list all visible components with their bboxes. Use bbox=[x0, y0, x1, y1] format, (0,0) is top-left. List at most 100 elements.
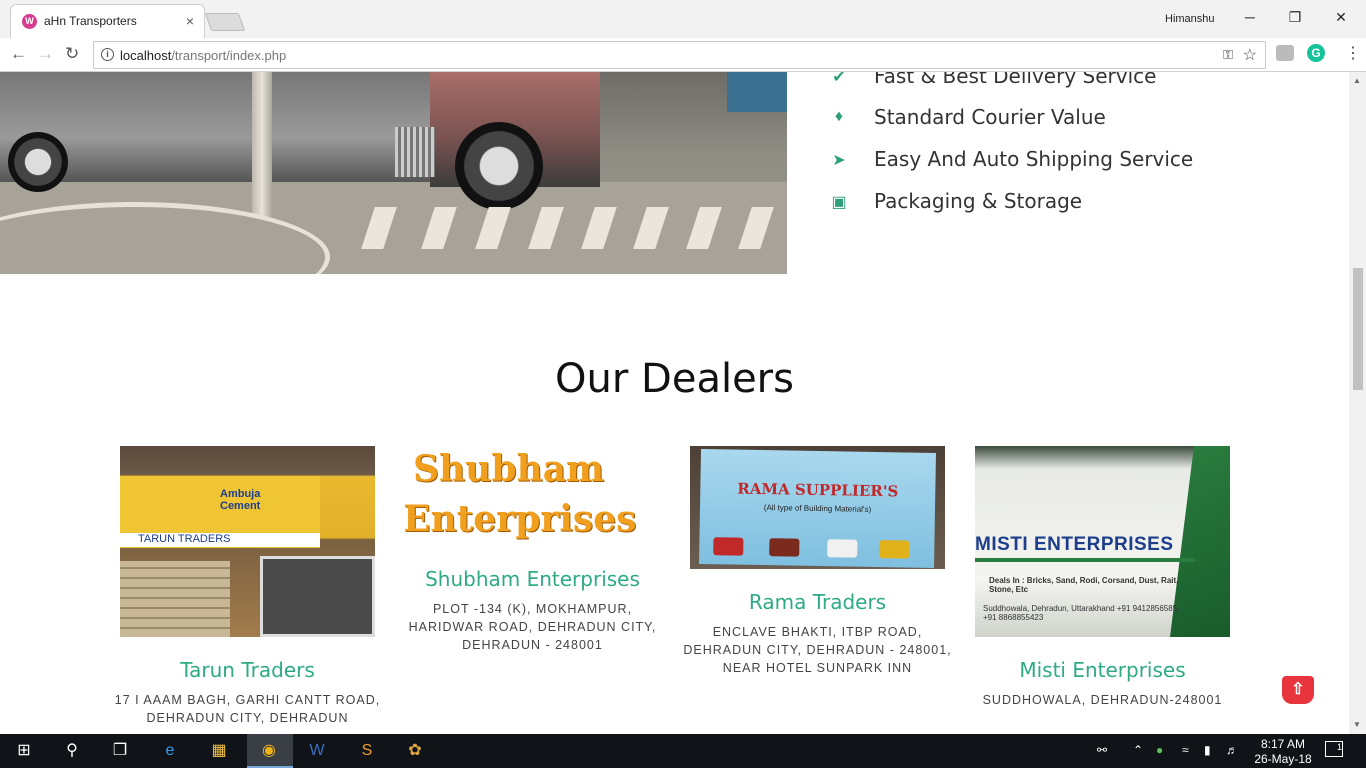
business-card: RAMA SUPPLIER'S (All type of Building Ma… bbox=[699, 448, 936, 569]
tab-close-icon[interactable]: × bbox=[186, 13, 194, 29]
shop-door bbox=[260, 556, 375, 637]
bookmark-star-icon[interactable]: ☆ bbox=[1243, 45, 1257, 65]
vehicle-graphic bbox=[879, 540, 910, 559]
profile-name[interactable]: Himanshu bbox=[1165, 13, 1215, 25]
dealer-card: Ambuja Cement TARUN TRADERS Tarun Trader… bbox=[105, 446, 390, 727]
site-info-icon[interactable]: i bbox=[101, 48, 114, 61]
background-truck bbox=[727, 72, 787, 112]
logo-line2: Enterprises bbox=[405, 498, 637, 540]
restore-button[interactable]: ❐ bbox=[1272, 9, 1318, 26]
dealer-name[interactable]: Misti Enterprises bbox=[960, 658, 1245, 682]
taskbar-clock[interactable]: 8:17 AM 26-May-18 bbox=[1248, 737, 1318, 767]
wifi-icon[interactable]: ≈ bbox=[1182, 743, 1189, 757]
dealer-card: MISTI ENTERPRISES Deals In : Bricks, San… bbox=[960, 446, 1245, 709]
url-text[interactable]: localhost/transport/index.php bbox=[120, 48, 286, 63]
dealer-name[interactable]: Rama Traders bbox=[675, 590, 960, 614]
address-bar[interactable]: i localhost/transport/index.php ⚿ ☆ bbox=[93, 41, 1266, 69]
truck-photo bbox=[0, 72, 787, 274]
site-favicon-icon: W bbox=[22, 14, 37, 29]
service-item: ♦ Standard Courier Value bbox=[826, 101, 1246, 133]
service-label: Packaging & Storage bbox=[874, 189, 1083, 213]
dealer-photo: Shubham Enterprises bbox=[405, 446, 660, 546]
paint-icon[interactable]: ✿ bbox=[403, 740, 427, 762]
page-scrollbar[interactable]: ▲ ▼ bbox=[1349, 72, 1366, 734]
word-icon[interactable]: W bbox=[305, 740, 329, 762]
browser-tab[interactable]: W aHn Transporters × bbox=[10, 4, 205, 38]
cement-bags bbox=[120, 561, 230, 637]
browser-toolbar: ← → ↻ i localhost/transport/index.php ⚿ … bbox=[0, 38, 1366, 72]
key-icon[interactable]: ⚿ bbox=[1223, 47, 1233, 63]
vehicle-graphic bbox=[713, 537, 744, 556]
dealer-card: RAMA SUPPLIER'S (All type of Building Ma… bbox=[675, 446, 960, 677]
close-window-button[interactable]: ✕ bbox=[1318, 9, 1364, 26]
chrome-icon[interactable]: ◉ bbox=[257, 740, 281, 762]
clock-time: 8:17 AM bbox=[1260, 737, 1306, 751]
minimize-button[interactable]: ─ bbox=[1227, 9, 1273, 25]
card-location: Suddhowala, Dehradun, Uttarakhand +91 94… bbox=[983, 604, 1180, 622]
card-subtitle: (All type of Building Material's) bbox=[763, 503, 872, 514]
browser-tab-bar: W aHn Transporters × Himanshu ─ ❐ ✕ bbox=[0, 0, 1366, 38]
pole bbox=[252, 72, 272, 217]
vehicle-graphic bbox=[769, 538, 800, 557]
sign-brand-text: Ambuja bbox=[220, 488, 261, 500]
dealer-address: PLOT -134 (K), MOKHAMPUR, HARIDWAR ROAD,… bbox=[408, 602, 657, 652]
menu-dots-icon[interactable]: ⋮ bbox=[1345, 43, 1361, 63]
truck-wheel bbox=[8, 132, 68, 192]
network-tray-icon[interactable]: ● bbox=[1156, 743, 1163, 757]
dealer-address: ENCLAVE BHAKTI, ITBP ROAD, DEHRADUN CITY… bbox=[683, 625, 952, 675]
dealer-card: Shubham Enterprises Shubham Enterprises … bbox=[390, 446, 675, 654]
scroll-up-arrow-icon[interactable]: ▲ bbox=[1353, 76, 1361, 85]
service-item: ✔ Fast & Best Delivery Service bbox=[826, 72, 1246, 92]
service-label: Fast & Best Delivery Service bbox=[874, 72, 1157, 88]
service-item: ➤ Easy And Auto Shipping Service bbox=[826, 143, 1246, 175]
vehicle-graphic bbox=[827, 539, 858, 558]
battery-icon[interactable]: ▮ bbox=[1204, 743, 1211, 757]
people-icon[interactable]: ⚯ bbox=[1097, 743, 1107, 757]
notifications-icon[interactable]: 1 bbox=[1325, 741, 1343, 757]
reload-icon[interactable]: ↻ bbox=[65, 44, 79, 64]
truck-grill bbox=[395, 127, 435, 177]
card-deals: Deals In : Bricks, Sand, Rodi, Corsand, … bbox=[989, 576, 1179, 594]
back-to-top-button[interactable]: ⇧ bbox=[1282, 676, 1314, 704]
logo-line1: Shubham bbox=[413, 448, 605, 490]
sublime-icon[interactable]: S bbox=[355, 740, 379, 762]
dealer-address: SUDDHOWALA, DEHRADUN-248001 bbox=[982, 693, 1223, 707]
dealer-name[interactable]: Tarun Traders bbox=[105, 658, 390, 682]
service-label: Easy And Auto Shipping Service bbox=[874, 147, 1194, 171]
scroll-down-arrow-icon[interactable]: ▼ bbox=[1353, 720, 1361, 729]
file-explorer-icon[interactable]: ▦ bbox=[207, 740, 231, 762]
card-stripe bbox=[975, 558, 1195, 562]
dealer-photo: RAMA SUPPLIER'S (All type of Building Ma… bbox=[690, 446, 945, 569]
extension-icon[interactable] bbox=[1276, 45, 1294, 61]
windows-taskbar: ⊞ ⚲ ❐ e ▦ ◉ W S ✿ ⚯ ⌃ ● ≈ ▮ ♬ 8:17 AM 26… bbox=[0, 734, 1366, 768]
forward-arrow-icon[interactable]: → bbox=[37, 44, 54, 64]
plane-icon: ➤ bbox=[832, 152, 846, 169]
page-content: ✔ Fast & Best Delivery Service ♦ Standar… bbox=[0, 72, 1349, 734]
dealers-heading: Our Dealers bbox=[555, 356, 794, 402]
tab-title: aHn Transporters bbox=[44, 14, 137, 28]
card-title: MISTI ENTERPRISES bbox=[975, 534, 1174, 555]
clock-date: 26-May-18 bbox=[1254, 752, 1312, 766]
dealer-photo: Ambuja Cement TARUN TRADERS bbox=[120, 446, 375, 637]
service-item: ▣ Packaging & Storage bbox=[826, 185, 1246, 217]
dealer-photo: MISTI ENTERPRISES Deals In : Bricks, San… bbox=[975, 446, 1230, 637]
volume-icon[interactable]: ♬ bbox=[1226, 743, 1238, 757]
sign-sub-text: Cement bbox=[220, 500, 261, 512]
chevron-up-icon[interactable]: ⌃ bbox=[1133, 743, 1143, 757]
grammarly-icon[interactable]: G bbox=[1307, 44, 1325, 62]
edge-browser-icon[interactable]: e bbox=[158, 740, 182, 762]
dealer-address: 17 I AAAM BAGH, GARHI CANTT ROAD, DEHRAD… bbox=[114, 693, 381, 725]
shop-name-strip: TARUN TRADERS bbox=[120, 533, 320, 547]
new-tab-button[interactable] bbox=[204, 13, 246, 31]
dealer-name[interactable]: Shubham Enterprises bbox=[390, 567, 675, 591]
service-label: Standard Courier Value bbox=[874, 105, 1106, 129]
notification-count: 1 bbox=[1336, 742, 1342, 752]
search-icon[interactable]: ⚲ bbox=[60, 740, 84, 762]
truck-wheel bbox=[455, 122, 543, 210]
task-view-icon[interactable]: ❐ bbox=[108, 740, 132, 762]
scrollbar-thumb[interactable] bbox=[1353, 268, 1363, 390]
tag-icon: ♦ bbox=[834, 108, 844, 125]
back-arrow-icon[interactable]: ← bbox=[10, 44, 27, 64]
windows-start-icon[interactable]: ⊞ bbox=[12, 740, 36, 762]
check-badge-icon: ✔ bbox=[832, 72, 846, 86]
